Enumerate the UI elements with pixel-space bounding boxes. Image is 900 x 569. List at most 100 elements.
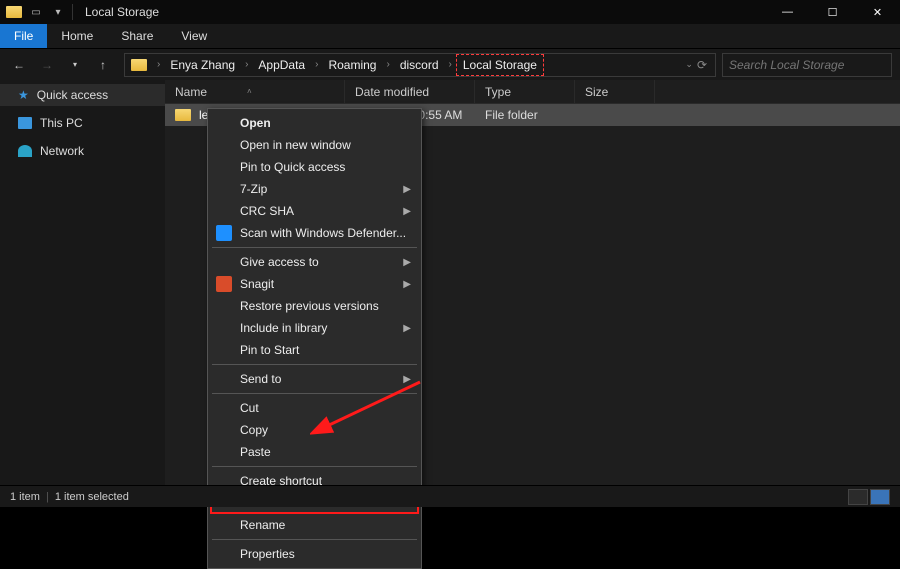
context-menu-label: Paste [240,445,271,459]
context-menu-label: Pin to Quick access [240,160,345,174]
context-menu-label: Open [240,116,271,130]
chevron-right-icon[interactable]: › [384,59,391,70]
maximize-button[interactable]: ☐ [810,0,855,24]
context-menu-item[interactable]: 7-Zip ▶ [210,178,419,200]
tab-home[interactable]: Home [47,24,107,48]
folder-icon [175,109,191,121]
context-menu-label: Open in new window [240,138,351,152]
up-button[interactable]: ↑ [92,54,114,76]
ribbon-tabs: File Home Share View [0,24,900,48]
context-menu-label: CRC SHA [240,204,294,218]
context-menu-separator [212,539,417,540]
status-selected: 1 item selected [55,491,129,503]
context-menu-item[interactable]: Send to ▶ [210,368,419,390]
context-menu-separator [212,364,417,365]
window-title: Local Storage [85,5,159,19]
submenu-arrow-icon: ▶ [403,257,411,268]
sidebar-item-this-pc[interactable]: This PC [0,112,165,134]
network-icon [18,145,32,157]
context-menu-label: Copy [240,423,268,437]
minimize-button[interactable]: ― [765,0,810,24]
context-menu-label: 7-Zip [240,182,267,196]
column-type[interactable]: Type [475,80,575,103]
titlebar: ▭ ▾ Local Storage ― ☐ ✕ [0,0,900,24]
context-menu-label: Give access to [240,255,319,269]
context-menu-separator [212,247,417,248]
breadcrumb-dropdown[interactable]: ⌄ [685,59,693,70]
breadcrumb[interactable]: › Enya Zhang › AppData › Roaming › disco… [124,53,716,77]
context-menu-label: Cut [240,401,259,415]
status-count: 1 item [10,491,40,503]
chevron-right-icon[interactable]: › [313,59,320,70]
breadcrumb-seg[interactable]: Enya Zhang [164,54,241,76]
context-menu-label: Properties [240,547,295,561]
view-large-icons-button[interactable] [870,489,890,505]
status-bar: 1 item | 1 item selected [0,485,900,507]
context-menu-label: Include in library [240,321,327,335]
breadcrumb-seg[interactable]: Roaming [322,54,382,76]
refresh-button[interactable]: ⟳ [697,58,707,72]
context-menu-item[interactable]: Pin to Quick access [210,156,419,178]
snagit-icon [216,276,232,292]
context-menu-label: Pin to Start [240,343,299,357]
context-menu-separator [212,466,417,467]
context-menu-item[interactable]: Restore previous versions [210,295,419,317]
chevron-right-icon[interactable]: › [243,59,250,70]
forward-button[interactable]: → [36,54,58,76]
star-icon: ★ [18,88,29,102]
column-date[interactable]: Date modified [345,80,475,103]
submenu-arrow-icon: ▶ [403,184,411,195]
context-menu-item[interactable]: CRC SHA ▶ [210,200,419,222]
search-input[interactable] [729,58,886,72]
nav-row: ← → ▾ ↑ › Enya Zhang › AppData › Roaming… [0,48,900,80]
sidebar: ★ Quick access This PC Network [0,80,165,487]
context-menu-item[interactable]: Include in library▶ [210,317,419,339]
close-button[interactable]: ✕ [855,0,900,24]
context-menu-separator [212,393,417,394]
submenu-arrow-icon: ▶ [403,279,411,290]
context-menu-item[interactable]: Properties [210,543,419,565]
context-menu-item[interactable]: Snagit ▶ [210,273,419,295]
chevron-right-icon[interactable]: › [155,59,162,70]
sidebar-item-label: This PC [40,116,83,130]
recent-dropdown[interactable]: ▾ [64,54,86,76]
context-menu-item[interactable]: Open [210,112,419,134]
breadcrumb-seg[interactable]: discord [394,54,445,76]
sidebar-item-label: Network [40,144,84,158]
context-menu-label: Snagit [240,277,274,291]
context-menu-item[interactable]: Paste [210,441,419,463]
context-menu-label: Restore previous versions [240,299,379,313]
sort-asc-icon: ˄ [247,87,252,96]
sidebar-item-quick-access[interactable]: ★ Quick access [0,84,165,106]
context-menu-item[interactable]: Open in new window [210,134,419,156]
context-menu-item[interactable]: Rename [210,514,419,536]
submenu-arrow-icon: ▶ [403,206,411,217]
tab-file[interactable]: File [0,24,47,48]
context-menu-item[interactable]: Cut [210,397,419,419]
search-box[interactable] [722,53,892,77]
chevron-right-icon[interactable]: › [447,59,454,70]
row-type: File folder [475,108,575,122]
pc-icon [18,117,32,129]
view-details-button[interactable] [848,489,868,505]
column-name[interactable]: Name˄ [165,80,345,103]
context-menu-label: Send to [240,372,281,386]
context-menu-item[interactable]: Copy [210,419,419,441]
context-menu-item[interactable]: Scan with Windows Defender... [210,222,419,244]
column-size[interactable]: Size [575,80,655,103]
back-button[interactable]: ← [8,54,30,76]
tab-share[interactable]: Share [107,24,167,48]
qat-new-folder-icon[interactable]: ▾ [50,4,66,20]
sidebar-item-network[interactable]: Network [0,140,165,162]
context-menu-item[interactable]: Give access to ▶ [210,251,419,273]
context-menu-item[interactable]: Pin to Start [210,339,419,361]
column-headers: Name˄ Date modified Type Size [165,80,900,104]
folder-icon [6,6,22,18]
tab-view[interactable]: View [167,24,221,48]
submenu-arrow-icon: ▶ [403,374,411,385]
context-menu-label: Rename [240,518,285,532]
breadcrumb-seg-current[interactable]: Local Storage [456,54,544,76]
breadcrumb-seg[interactable]: AppData [252,54,311,76]
context-menu-label: Scan with Windows Defender... [240,226,406,240]
qat-props-icon[interactable]: ▭ [28,4,44,20]
